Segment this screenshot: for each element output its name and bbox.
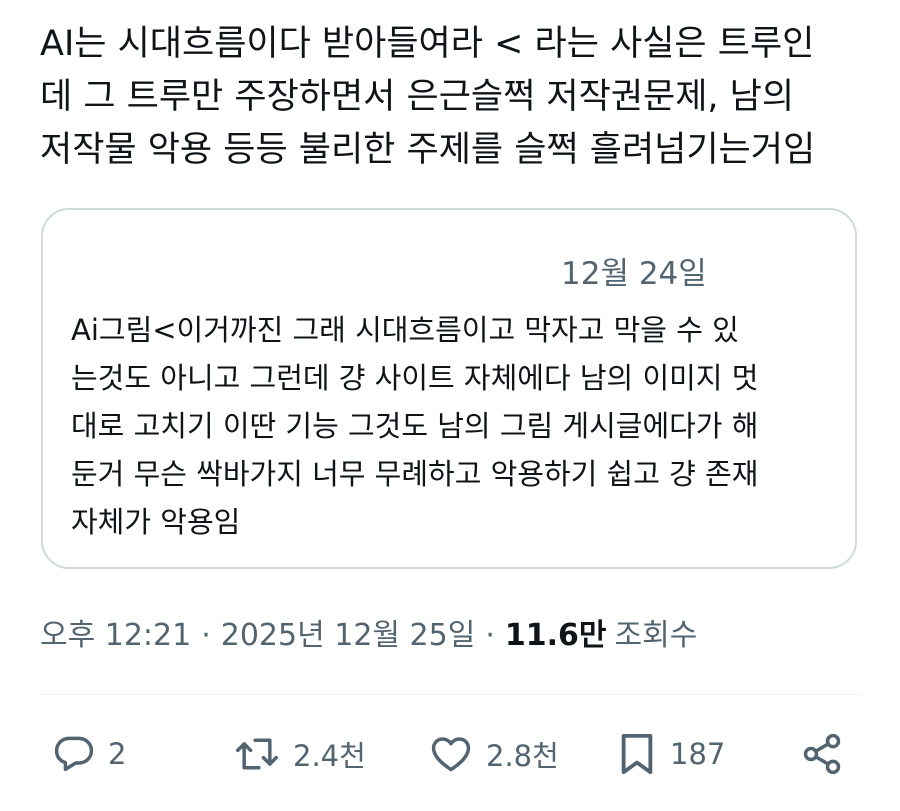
share-button[interactable] <box>800 726 844 782</box>
tweet-meta: 오후 12:21 · 2025년 12월 25일 · 11.6만 조회수 <box>40 610 697 654</box>
reply-count: 2 <box>108 737 127 771</box>
quoted-tweet-card[interactable]: 12월 24일 Ai그림<이거까진 그래 시대흐름이고 막자고 막을 수 있 는… <box>41 208 857 569</box>
action-bar: 2 2.4천 2.8천 187 <box>0 726 900 782</box>
reply-button[interactable]: 2 <box>52 726 126 782</box>
bookmark-count: 187 <box>670 737 726 771</box>
tweet-text: AI는 시대흐름이다 받아들여라 < 라는 사실은 트루인 데 그 트루만 주장… <box>40 24 816 170</box>
repost-count: 2.4천 <box>293 739 366 773</box>
bookmark-icon <box>616 731 658 777</box>
tweet-date[interactable]: 2025년 12월 25일 <box>221 610 476 654</box>
divider <box>40 694 860 695</box>
meta-separator: · <box>485 618 495 653</box>
like-icon <box>428 732 474 776</box>
views-label[interactable]: 조회수 <box>615 610 698 654</box>
repost-button[interactable]: 2.4천 <box>233 726 366 782</box>
like-button[interactable]: 2.8천 <box>428 726 559 782</box>
like-count: 2.8천 <box>486 739 559 773</box>
views-count[interactable]: 11.6만 <box>505 610 607 654</box>
quoted-tweet-date[interactable]: 12월 24일 <box>561 248 707 293</box>
repost-icon <box>233 732 281 776</box>
reply-icon <box>52 732 96 776</box>
meta-separator: · <box>201 618 211 653</box>
tweet-time[interactable]: 오후 12:21 <box>40 610 191 654</box>
bookmark-button[interactable]: 187 <box>616 726 725 782</box>
share-icon <box>800 732 844 776</box>
quoted-tweet-text: Ai그림<이거까진 그래 시대흐름이고 막자고 막을 수 있 는것도 아니고 그… <box>71 313 759 539</box>
